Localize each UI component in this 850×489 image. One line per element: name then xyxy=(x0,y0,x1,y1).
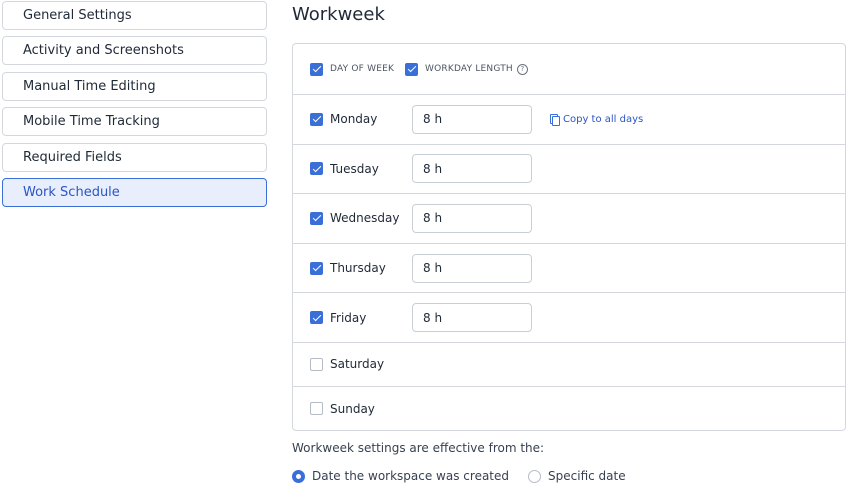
copy-to-all-days-label: Copy to all days xyxy=(563,113,644,125)
day-row-sunday: Sunday xyxy=(293,387,845,431)
effective-from-options: Date the workspace was created Specific … xyxy=(292,469,645,483)
sidebar-item-mobile-time-tracking[interactable]: Mobile Time Tracking xyxy=(2,107,267,137)
help-icon[interactable]: ? xyxy=(516,63,528,75)
saturday-checkbox[interactable] xyxy=(310,357,323,371)
workday-length-header: WORKDAY LENGTH ? xyxy=(405,62,528,76)
day-label: Sunday xyxy=(330,401,375,416)
sidebar-item-manual-time-editing[interactable]: Manual Time Editing xyxy=(2,71,267,101)
day-of-week-header: DAY OF WEEK xyxy=(310,62,405,76)
copy-to-all-days-link[interactable]: Copy to all days xyxy=(550,113,644,127)
day-label: Wednesday xyxy=(330,211,400,226)
friday-checkbox[interactable] xyxy=(310,311,323,325)
day-of-week-label: DAY OF WEEK xyxy=(330,64,395,74)
copy-icon xyxy=(550,114,560,127)
monday-hours-input[interactable]: 8 h xyxy=(412,104,532,134)
thursday-checkbox[interactable] xyxy=(310,261,323,275)
day-row-wednesday: Wednesday 8 h xyxy=(293,194,845,244)
day-row-monday: Monday 8 h Copy to all days xyxy=(293,95,845,145)
day-row-thursday: Thursday 8 h xyxy=(293,244,845,294)
day-row-saturday: Saturday xyxy=(293,343,845,387)
workday-length-checkbox[interactable] xyxy=(405,62,418,76)
radio-button[interactable] xyxy=(528,469,542,483)
settings-sidebar: General Settings Activity and Screenshot… xyxy=(2,1,267,213)
page-title: Workweek xyxy=(292,4,385,25)
sidebar-item-activity-and-screenshots[interactable]: Activity and Screenshots xyxy=(2,36,267,66)
sidebar-item-label: Manual Time Editing xyxy=(23,78,156,94)
radio-button[interactable] xyxy=(292,469,305,483)
sidebar-item-label: Mobile Time Tracking xyxy=(23,114,160,130)
day-row-tuesday: Tuesday 8 h xyxy=(293,145,845,195)
wednesday-checkbox[interactable] xyxy=(310,211,323,225)
sidebar-item-label: Work Schedule xyxy=(23,184,120,200)
day-label: Friday xyxy=(330,310,367,325)
sidebar-item-work-schedule[interactable]: Work Schedule xyxy=(2,177,267,207)
sunday-checkbox[interactable] xyxy=(310,402,323,416)
day-label: Tuesday xyxy=(330,161,379,176)
main-content: Workweek DAY OF WEEK WORKDAY LENGTH ? Mo… xyxy=(292,0,846,483)
effective-from-label: Workweek settings are effective from the… xyxy=(292,441,545,455)
radio-specific-date[interactable]: Specific date xyxy=(528,469,626,483)
day-label: Thursday xyxy=(330,261,386,276)
tuesday-checkbox[interactable] xyxy=(310,162,323,176)
day-row-friday: Friday 8 h xyxy=(293,293,845,343)
sidebar-item-required-fields[interactable]: Required Fields xyxy=(2,142,267,172)
sidebar-item-general-settings[interactable]: General Settings xyxy=(2,1,267,30)
workweek-header: DAY OF WEEK WORKDAY LENGTH ? xyxy=(293,44,845,95)
workday-length-label: WORKDAY LENGTH xyxy=(425,64,513,74)
tuesday-hours-input[interactable]: 8 h xyxy=(412,154,532,184)
sidebar-item-label: Activity and Screenshots xyxy=(23,43,184,59)
wednesday-hours-input[interactable]: 8 h xyxy=(412,203,532,233)
radio-label: Date the workspace was created xyxy=(312,469,510,483)
radio-workspace-created[interactable]: Date the workspace was created xyxy=(292,469,509,483)
workweek-card: DAY OF WEEK WORKDAY LENGTH ? Monday 8 h … xyxy=(292,43,846,431)
radio-label: Specific date xyxy=(548,469,626,483)
sidebar-item-label: General Settings xyxy=(23,8,132,23)
thursday-hours-input[interactable]: 8 h xyxy=(412,253,532,283)
sidebar-item-label: Required Fields xyxy=(23,149,122,165)
monday-checkbox[interactable] xyxy=(310,112,323,126)
day-of-week-checkbox[interactable] xyxy=(310,62,323,76)
day-label: Saturday xyxy=(330,357,385,372)
friday-hours-input[interactable]: 8 h xyxy=(412,303,532,333)
day-label: Monday xyxy=(330,112,378,127)
